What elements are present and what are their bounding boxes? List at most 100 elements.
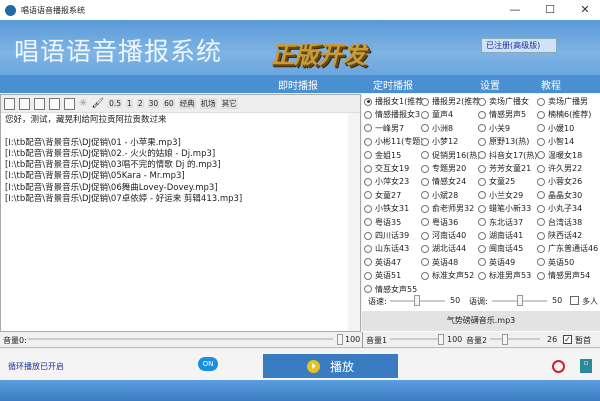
voice-radio[interactable]: 芳芳女童21	[478, 163, 531, 174]
voice-radio[interactable]: 英语50	[537, 257, 574, 268]
volume2-thumb[interactable]	[502, 334, 508, 345]
voice-radio[interactable]: 晶晶女30	[537, 190, 582, 201]
radio-circle[interactable]	[421, 151, 429, 160]
mode-airport[interactable]: 机场	[199, 98, 217, 109]
voice-radio[interactable]: 小关9	[478, 123, 510, 134]
speed-1[interactable]: 1	[126, 99, 133, 108]
maximize-button[interactable]: ☐	[535, 0, 565, 20]
radio-circle[interactable]	[364, 151, 372, 160]
radio-circle[interactable]	[537, 258, 545, 267]
radio-circle[interactable]	[421, 177, 429, 186]
radio-circle[interactable]	[421, 164, 429, 173]
brush-icon[interactable]: 🖌	[91, 98, 104, 109]
voice-radio[interactable]: 抖音女17(热)	[478, 150, 537, 161]
registered-badge[interactable]: 已注册(高级版)	[481, 38, 557, 53]
radio-circle[interactable]	[364, 258, 372, 267]
voice-radio[interactable]: 河南话40	[421, 230, 466, 241]
voice-radio[interactable]: 播报男2(推荐)	[421, 96, 483, 107]
radio-circle[interactable]	[364, 191, 372, 200]
radio-circle[interactable]	[364, 244, 372, 253]
radio-circle[interactable]	[478, 151, 486, 160]
voice-radio[interactable]: 闽南话45	[478, 243, 523, 254]
speed-60[interactable]: 60	[163, 99, 175, 108]
voice-radio[interactable]: 情感女24	[421, 176, 466, 187]
voice-radio[interactable]: 小丸子34	[537, 203, 582, 214]
voice-radio[interactable]: 交互女19	[364, 163, 409, 174]
radio-circle[interactable]	[364, 271, 372, 280]
radio-circle[interactable]	[478, 177, 486, 186]
voice-radio[interactable]: 粤语35	[364, 217, 401, 228]
radio-circle[interactable]	[478, 124, 486, 133]
mode-classic[interactable]: 经典	[178, 98, 196, 109]
nav-tutorial[interactable]: 教程	[541, 77, 561, 92]
radio-circle[interactable]	[478, 164, 486, 173]
voice-radio[interactable]: 标准女声52	[421, 270, 474, 281]
voice-radio[interactable]: 小蓉女26	[537, 176, 582, 187]
voice-radio[interactable]: 小媛10	[537, 123, 574, 134]
radio-circle[interactable]	[421, 110, 429, 119]
radio-circle[interactable]	[537, 151, 545, 160]
copy-icon[interactable]	[4, 97, 15, 110]
radio-circle[interactable]	[478, 137, 486, 146]
voice-radio[interactable]: 蜡笔小新33	[478, 203, 531, 214]
volume1-thumb[interactable]	[438, 334, 444, 345]
paste-icon[interactable]	[19, 97, 30, 110]
radio-circle[interactable]	[421, 258, 429, 267]
speed-30[interactable]: 30	[147, 99, 160, 108]
volume0-slider[interactable]	[28, 338, 333, 340]
voice-radio[interactable]: 情感播报女3	[364, 109, 420, 120]
radio-circle[interactable]	[537, 177, 545, 186]
voice-radio[interactable]: 原野13(热)	[478, 136, 529, 147]
voice-radio[interactable]: 英语47	[364, 257, 401, 268]
minimize-button[interactable]: —	[500, 0, 530, 20]
volume2-slider[interactable]	[490, 338, 540, 340]
radio-circle[interactable]	[421, 244, 429, 253]
radio-circle[interactable]	[537, 231, 545, 240]
radio-circle[interactable]	[364, 137, 372, 146]
radio-circle[interactable]	[478, 204, 486, 213]
radio-circle[interactable]	[421, 204, 429, 213]
voice-radio[interactable]: 东北话37	[478, 217, 523, 228]
radio-circle[interactable]	[421, 218, 429, 227]
radio-circle[interactable]	[537, 218, 545, 227]
radio-circle[interactable]	[478, 231, 486, 240]
radio-circle[interactable]	[537, 164, 545, 173]
radio-circle[interactable]	[537, 110, 545, 119]
voice-radio[interactable]: 专题男20	[421, 163, 466, 174]
radio-circle[interactable]	[537, 204, 545, 213]
radio-circle[interactable]	[537, 97, 545, 106]
background-music-file[interactable]: 气势磅礴音乐.mp3	[362, 311, 600, 331]
multi-checkbox[interactable]	[570, 296, 579, 305]
voice-radio[interactable]: 女童25	[478, 176, 515, 187]
voice-radio[interactable]: 标准男声53	[478, 270, 531, 281]
voice-radio[interactable]: 小铁女31	[364, 203, 409, 214]
voice-radio[interactable]: 湖北话44	[421, 243, 466, 254]
radio-circle[interactable]	[478, 191, 486, 200]
radio-circle[interactable]	[421, 137, 429, 146]
text-editor[interactable]: 您好，测试，藏晃利给阿拉贡阿拉贡数过来 [I:\tb配音\背景音乐\DJ促销\01…	[1, 113, 360, 207]
radio-circle[interactable]	[364, 218, 372, 227]
voice-radio[interactable]: 小萍女23	[364, 176, 409, 187]
editor-scrollbar[interactable]	[348, 113, 360, 331]
document-icon[interactable]	[49, 97, 60, 110]
radio-circle[interactable]	[364, 231, 372, 240]
voice-radio[interactable]: 许久男22	[537, 163, 582, 174]
voice-radio[interactable]: 情感女声55	[364, 284, 417, 295]
nav-instant[interactable]: 即时播报	[278, 77, 318, 92]
mini-mode-icon[interactable]: ▫	[580, 359, 592, 373]
radio-circle[interactable]	[364, 124, 372, 133]
radio-circle[interactable]	[364, 204, 372, 213]
voice-radio[interactable]: 小梦12	[421, 136, 458, 147]
radio-circle[interactable]	[421, 124, 429, 133]
radio-circle[interactable]	[478, 258, 486, 267]
voice-radio[interactable]: 情感男声54	[537, 270, 590, 281]
radio-circle[interactable]	[421, 271, 429, 280]
radio-circle[interactable]	[537, 271, 545, 280]
radio-circle[interactable]	[364, 177, 372, 186]
radio-circle[interactable]	[478, 97, 486, 106]
voice-radio[interactable]: 小彬11(专题)	[364, 136, 423, 147]
radio-circle[interactable]	[537, 137, 545, 146]
voice-radio[interactable]: 英语51	[364, 270, 401, 281]
radio-circle[interactable]	[364, 164, 372, 173]
voice-radio[interactable]: 卖场广播女	[478, 96, 529, 107]
